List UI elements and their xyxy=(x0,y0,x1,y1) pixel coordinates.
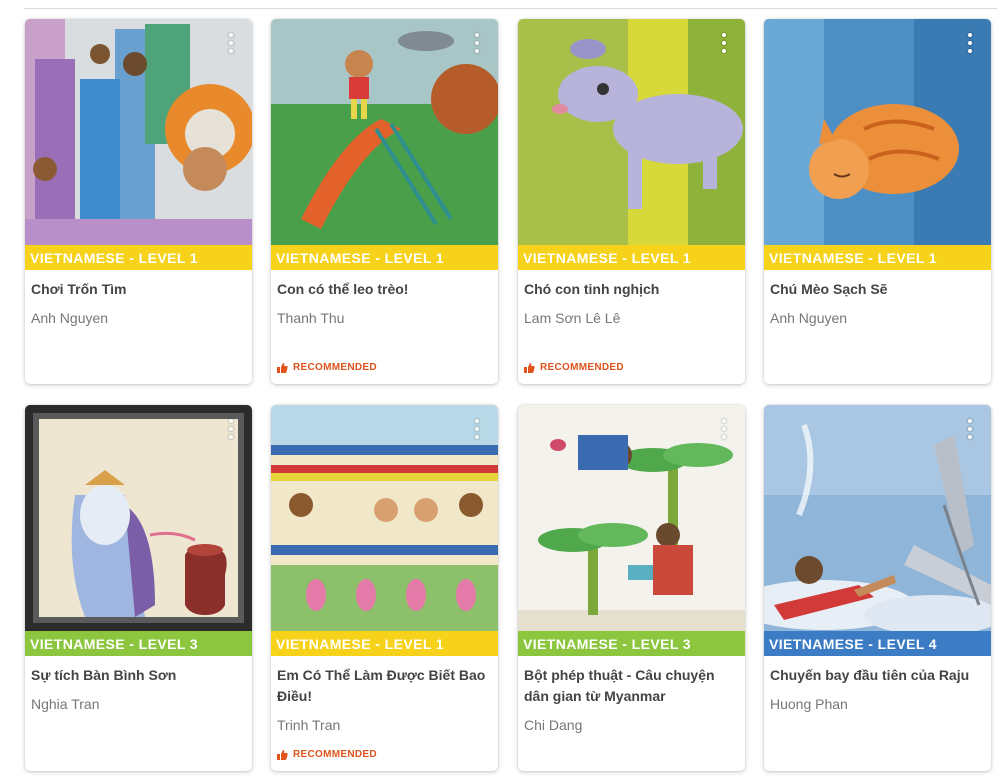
book-card[interactable]: VIETNAMESE - LEVEL 1 Chú Mèo Sạch Sẽ Anh… xyxy=(764,19,991,384)
book-cover[interactable] xyxy=(518,405,745,631)
cover-illustration-airplane xyxy=(764,405,991,631)
recommended-label: RECOMMENDED xyxy=(293,749,377,760)
more-vertical-icon[interactable] xyxy=(474,419,480,439)
book-title[interactable]: Chú Mèo Sạch Sẽ xyxy=(770,279,985,300)
top-divider xyxy=(24,8,997,9)
book-cover[interactable] xyxy=(25,405,252,631)
book-cover[interactable] xyxy=(764,19,991,245)
level-badge: VIETNAMESE - LEVEL 3 xyxy=(25,631,252,656)
book-card[interactable]: VIETNAMESE - LEVEL 1 Chơi Trốn Tìm Anh N… xyxy=(25,19,252,384)
book-author: Nghia Tran xyxy=(31,696,100,712)
book-cover[interactable] xyxy=(271,19,498,245)
level-badge: VIETNAMESE - LEVEL 1 xyxy=(518,245,745,270)
recommended-badge: RECOMMENDED xyxy=(524,362,624,373)
cover-illustration-slide xyxy=(271,19,498,245)
book-author: Trinh Tran xyxy=(277,717,341,733)
more-vertical-icon[interactable] xyxy=(721,419,727,439)
recommended-badge: RECOMMENDED xyxy=(277,362,377,373)
book-title[interactable]: Chơi Trốn Tìm xyxy=(31,279,246,300)
cover-illustration-dog xyxy=(518,19,745,245)
book-card[interactable]: VIETNAMESE - LEVEL 1 Con có thể leo trèo… xyxy=(271,19,498,384)
thumbs-up-icon xyxy=(524,362,535,373)
level-badge: VIETNAMESE - LEVEL 3 xyxy=(518,631,745,656)
level-badge: VIETNAMESE - LEVEL 1 xyxy=(271,631,498,656)
thumbs-up-icon xyxy=(277,749,288,760)
level-badge: VIETNAMESE - LEVEL 1 xyxy=(271,245,498,270)
book-cover[interactable] xyxy=(25,19,252,245)
cover-illustration-pattern xyxy=(271,405,498,631)
book-card[interactable]: VIETNAMESE - LEVEL 4 Chuyến bay đầu tiên… xyxy=(764,405,991,771)
more-vertical-icon[interactable] xyxy=(967,419,973,439)
recommended-label: RECOMMENDED xyxy=(540,362,624,373)
more-vertical-icon[interactable] xyxy=(228,419,234,439)
book-title[interactable]: Con có thể leo trèo! xyxy=(277,279,492,300)
more-vertical-icon[interactable] xyxy=(967,33,973,53)
book-card[interactable]: VIETNAMESE - LEVEL 1 Chó con tinh nghịch… xyxy=(518,19,745,384)
thumbs-up-icon xyxy=(277,362,288,373)
cover-illustration-cat xyxy=(764,19,991,245)
more-vertical-icon[interactable] xyxy=(228,33,234,53)
cover-illustration-banana-trees xyxy=(518,405,745,631)
book-cover[interactable] xyxy=(271,405,498,631)
book-title[interactable]: Bột phép thuật - Câu chuyện dân gian từ … xyxy=(524,665,739,707)
more-vertical-icon[interactable] xyxy=(721,33,727,53)
book-title[interactable]: Chó con tinh nghịch xyxy=(524,279,739,300)
recommended-badge: RECOMMENDED xyxy=(277,749,377,760)
book-author: Anh Nguyen xyxy=(770,310,848,326)
book-title[interactable]: Chuyến bay đầu tiên của Raju xyxy=(770,665,985,686)
cover-illustration-numbers xyxy=(25,19,252,245)
recommended-label: RECOMMENDED xyxy=(293,362,377,373)
book-author: Anh Nguyen xyxy=(31,310,109,326)
book-cover[interactable] xyxy=(764,405,991,631)
book-card[interactable]: VIETNAMESE - LEVEL 3 Sự tích Bàn Bình Sơ… xyxy=(25,405,252,771)
cover-illustration-old-man xyxy=(25,405,252,631)
book-author: Lam Sơn Lê Lê xyxy=(524,310,621,326)
book-cover[interactable] xyxy=(518,19,745,245)
level-badge: VIETNAMESE - LEVEL 1 xyxy=(764,245,991,270)
book-author: Thanh Thu xyxy=(277,310,345,326)
level-badge: VIETNAMESE - LEVEL 1 xyxy=(25,245,252,270)
book-card[interactable]: VIETNAMESE - LEVEL 3 Bột phép thuật - Câ… xyxy=(518,405,745,771)
level-badge: VIETNAMESE - LEVEL 4 xyxy=(764,631,991,656)
book-title[interactable]: Sự tích Bàn Bình Sơn xyxy=(31,665,246,686)
more-vertical-icon[interactable] xyxy=(474,33,480,53)
book-author: Huong Phan xyxy=(770,696,848,712)
book-card[interactable]: VIETNAMESE - LEVEL 1 Em Có Thể Làm Được … xyxy=(271,405,498,771)
book-author: Chi Dang xyxy=(524,717,583,733)
book-title[interactable]: Em Có Thể Làm Được Biết Bao Điều! xyxy=(277,665,492,707)
